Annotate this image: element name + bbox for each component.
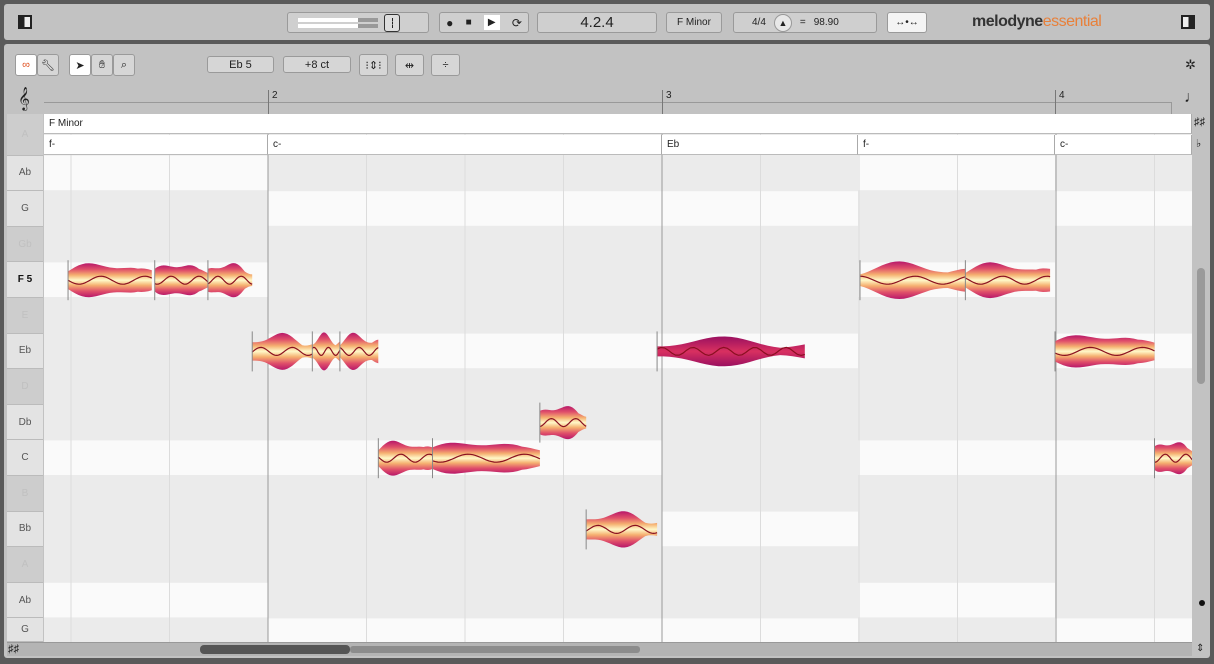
- level-meter: [287, 12, 429, 33]
- pitch-field[interactable]: Eb 5: [207, 56, 274, 73]
- logo: melodyneessential: [972, 13, 1102, 30]
- zoom-tool-button[interactable]: ⌕: [113, 54, 135, 76]
- quantize-icon: ÷: [442, 59, 449, 71]
- bar-marker-2: 2: [268, 90, 278, 114]
- key-e[interactable]: E: [7, 298, 43, 334]
- pitch-center-icon: ⁝⇕⁝: [365, 59, 382, 72]
- overview-waveform[interactable]: [195, 643, 645, 656]
- key-g[interactable]: G: [7, 618, 43, 642]
- position-display[interactable]: 4.2.4: [537, 12, 657, 33]
- transport-controls: ● ■ ▶ ⟳: [439, 12, 529, 33]
- magnifier-icon: ⌕: [120, 58, 128, 71]
- note-value-icon[interactable]: ♩: [1184, 89, 1200, 107]
- left-panel-toggle-icon[interactable]: [18, 15, 32, 29]
- time-stretch-button[interactable]: ↔•↔: [887, 12, 927, 33]
- key-d[interactable]: D: [7, 369, 43, 405]
- settings-gear-icon[interactable]: ✲: [1185, 57, 1196, 73]
- key-a[interactable]: A: [7, 547, 43, 583]
- chord-4[interactable]: c-: [1055, 135, 1192, 155]
- key-ab[interactable]: Ab: [7, 155, 43, 192]
- tempo-display[interactable]: 4/4 ▲ = 98.90: [733, 12, 877, 33]
- record-icon[interactable]: ●: [446, 16, 453, 30]
- key-c[interactable]: C: [7, 440, 43, 476]
- vertical-zoom-slider[interactable]: [1199, 600, 1205, 606]
- key-g[interactable]: G: [7, 191, 43, 227]
- loop-icon[interactable]: ⟳: [512, 16, 522, 30]
- chord-1[interactable]: c-: [268, 135, 662, 155]
- play-icon[interactable]: ▶: [483, 15, 500, 30]
- scale-snap-icon[interactable]: ♯♯: [1194, 116, 1205, 128]
- chord-tone-row: [858, 155, 1055, 191]
- wrench-icon: 🔧︎: [41, 59, 55, 72]
- pitch-drift-button[interactable]: ⇹: [395, 54, 424, 76]
- chord-tone-row: [858, 582, 1055, 618]
- scroll-tool-button[interactable]: ✋︎: [91, 54, 113, 76]
- chord-tone-row: [858, 440, 1055, 475]
- pitch-tool-button[interactable]: ∞: [15, 54, 37, 76]
- vertical-scrollbar[interactable]: [1197, 268, 1205, 384]
- key-eb[interactable]: Eb: [7, 333, 43, 370]
- playback-slider[interactable]: [384, 13, 400, 32]
- chord-icon[interactable]: ♭: [1196, 137, 1201, 150]
- pitch-center-button[interactable]: ⁝⇕⁝: [359, 54, 388, 76]
- key-display[interactable]: F Minor: [666, 12, 722, 33]
- note-blob[interactable]: [154, 265, 208, 296]
- tools-button[interactable]: 🔧︎: [37, 54, 59, 76]
- key-db[interactable]: Db: [7, 404, 43, 441]
- chord-tone-row: [44, 440, 268, 475]
- key-f5[interactable]: F 5: [7, 262, 43, 298]
- right-panel-toggle-icon[interactable]: [1181, 15, 1195, 29]
- quantize-button[interactable]: ÷: [431, 54, 460, 76]
- chord-3[interactable]: f-: [858, 135, 1055, 155]
- chord-0[interactable]: f-: [44, 135, 268, 155]
- key-gb[interactable]: Gb: [7, 226, 43, 263]
- key-b[interactable]: B: [7, 476, 43, 512]
- chord-tone-row: [44, 582, 268, 618]
- cents-field[interactable]: +8 ct: [283, 56, 351, 73]
- chord-tone-row: [1055, 191, 1192, 226]
- key-ab[interactable]: Ab: [7, 582, 43, 619]
- chord-tone-row: [44, 155, 268, 191]
- bar-marker-4: 4: [1055, 90, 1065, 114]
- bottom-sharps-icon[interactable]: ♯♯: [8, 643, 19, 655]
- pitch-drift-icon: ⇹: [404, 59, 415, 72]
- note-blob[interactable]: [432, 442, 540, 474]
- scale-lane[interactable]: F Minor: [44, 114, 1192, 134]
- note-editor-grid[interactable]: [44, 114, 1192, 642]
- key-a[interactable]: A: [7, 114, 43, 156]
- chord-tone-row: [1055, 618, 1192, 642]
- stop-icon[interactable]: ■: [466, 17, 472, 28]
- timeline-ruler[interactable]: [44, 102, 1172, 114]
- metronome-icon[interactable]: ▲: [773, 13, 792, 32]
- zoom-arrows-icon[interactable]: ⇕: [1196, 643, 1204, 654]
- tempo-value: 98.90: [813, 17, 839, 28]
- tempo-equals: =: [799, 17, 806, 28]
- hand-icon: ✋︎: [98, 58, 106, 71]
- select-tool-button[interactable]: ➤: [69, 54, 91, 76]
- stretch-icon: ↔•↔: [895, 17, 919, 28]
- time-signature: 4/4: [752, 17, 766, 28]
- bar-marker-3: 3: [662, 90, 672, 114]
- clef-icon[interactable]: 𝄞: [18, 88, 30, 111]
- key-bb[interactable]: Bb: [7, 511, 43, 548]
- chord-2[interactable]: Eb: [662, 135, 858, 155]
